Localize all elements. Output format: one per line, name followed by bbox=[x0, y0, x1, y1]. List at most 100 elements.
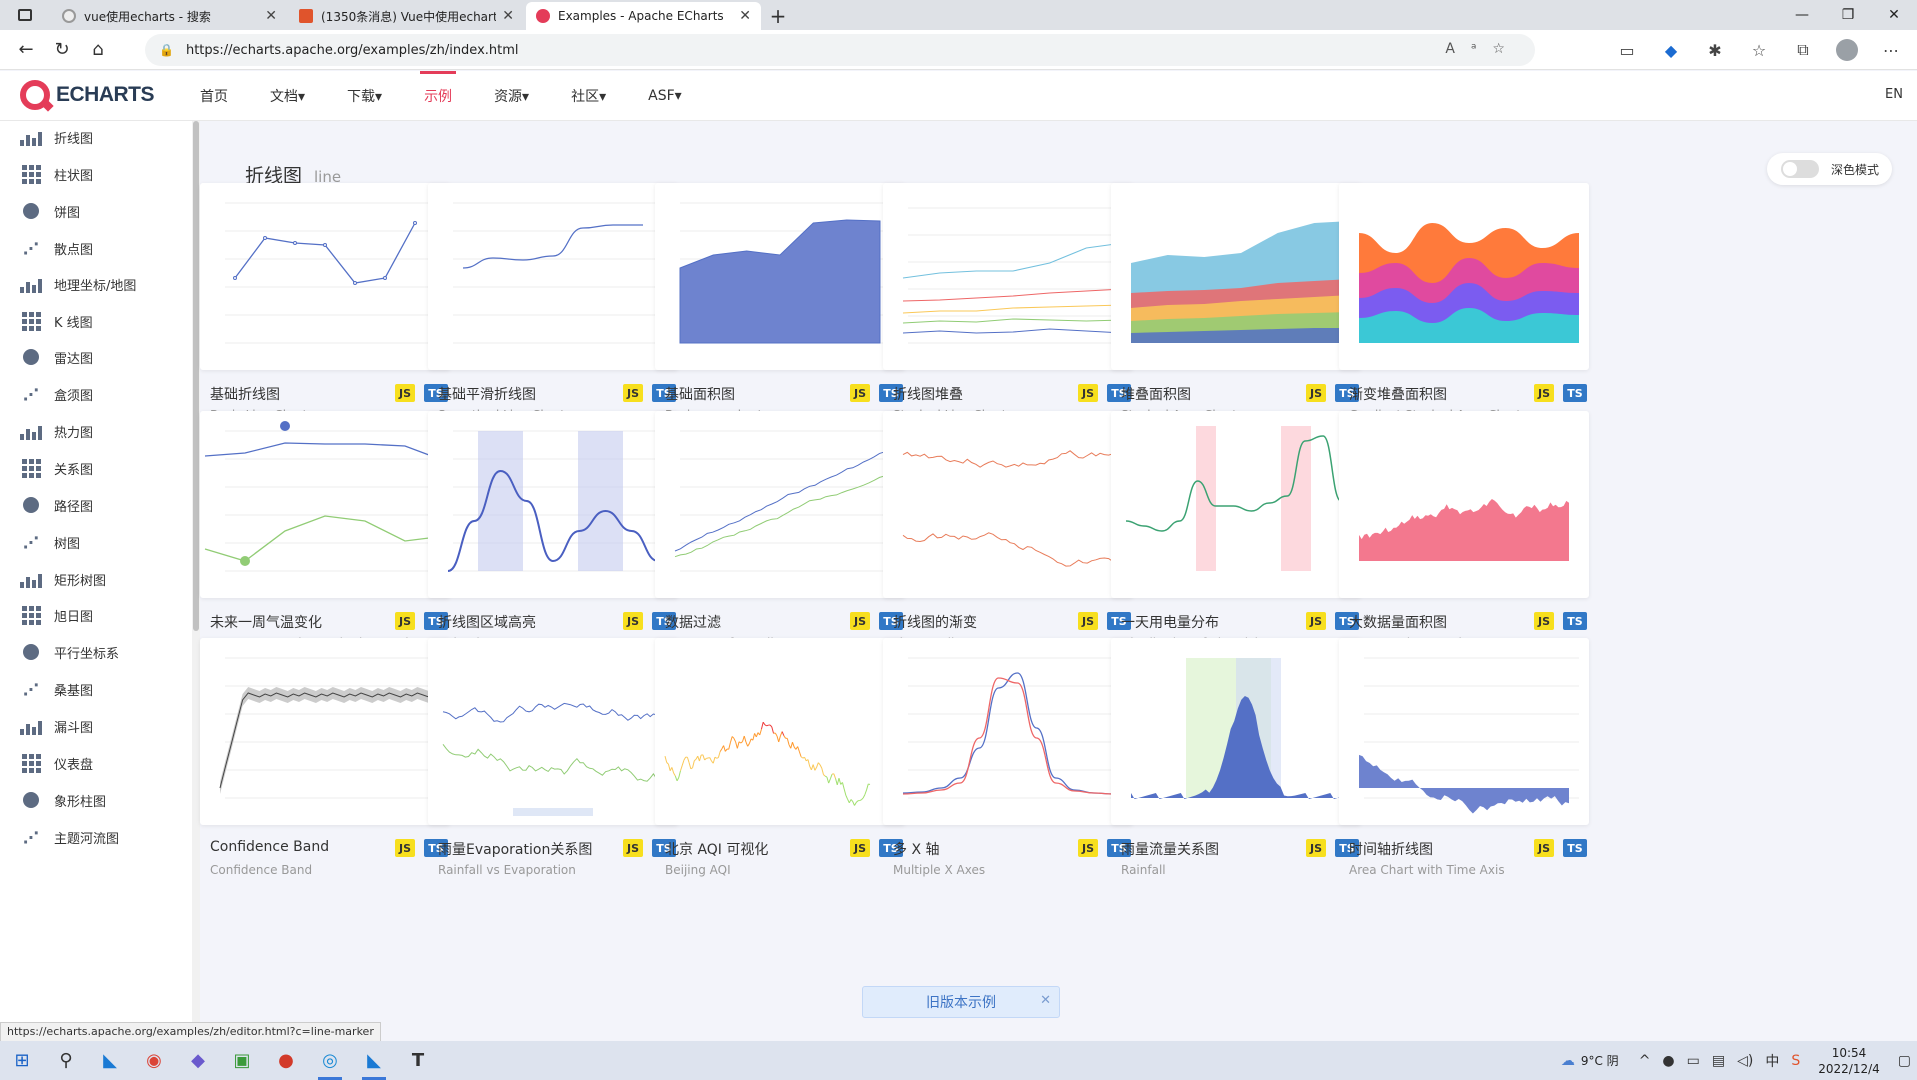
example-title[interactable]: Confidence Band bbox=[210, 839, 329, 855]
typora-icon[interactable]: T bbox=[396, 1041, 440, 1080]
example-card[interactable]: 未来一周气温变化Temperature Change in the Coming… bbox=[200, 411, 461, 651]
example-card[interactable]: 基础面积图Basic area chartJSTS bbox=[655, 183, 905, 423]
example-card[interactable]: 基础折线图Basic Line ChartJSTS bbox=[200, 183, 450, 423]
js-badge[interactable]: JS bbox=[1534, 612, 1554, 630]
refresh-icon[interactable]: ↻ bbox=[44, 34, 80, 66]
example-card[interactable]: 大数据量面积图Large scale area chartJSTS bbox=[1339, 411, 1589, 651]
example-title[interactable]: 堆叠面积图 bbox=[1121, 384, 1191, 404]
sidebar-item[interactable]: ⋰ 散点图 bbox=[0, 233, 190, 263]
nav-download[interactable]: 下载▾ bbox=[347, 71, 382, 121]
example-thumbnail[interactable] bbox=[200, 638, 450, 825]
js-badge[interactable]: JS bbox=[1534, 384, 1554, 402]
puzzle-icon[interactable]: ✱ bbox=[1697, 34, 1733, 66]
example-thumbnail[interactable] bbox=[883, 411, 1133, 598]
sidebar-item[interactable]: 平行坐标系 bbox=[0, 637, 190, 667]
app-tray-icon[interactable]: S bbox=[1791, 1053, 1800, 1069]
sidebar-item[interactable]: 路径图 bbox=[0, 490, 190, 520]
js-badge[interactable]: JS bbox=[1078, 384, 1098, 402]
close-tab-icon[interactable]: ✕ bbox=[502, 8, 514, 24]
example-thumbnail[interactable] bbox=[1339, 638, 1589, 825]
close-window-icon[interactable]: ✕ bbox=[1871, 0, 1917, 30]
example-thumbnail[interactable] bbox=[1339, 183, 1589, 370]
example-title[interactable]: 基础面积图 bbox=[665, 384, 735, 404]
example-title[interactable]: 基础折线图 bbox=[210, 384, 280, 404]
new-tab-icon[interactable]: + bbox=[761, 2, 795, 30]
sidebar-item[interactable]: ⋰ 树图 bbox=[0, 527, 190, 557]
sidebar-item[interactable]: 饼图 bbox=[0, 196, 190, 226]
sidebar-item[interactable]: K 线图 bbox=[0, 306, 190, 336]
more-icon[interactable]: ⋯ bbox=[1873, 34, 1909, 66]
js-badge[interactable]: JS bbox=[1306, 612, 1326, 630]
app-icon[interactable]: ◆ bbox=[176, 1041, 220, 1080]
example-thumbnail[interactable] bbox=[200, 183, 450, 370]
example-thumbnail[interactable] bbox=[883, 638, 1133, 825]
minimize-icon[interactable]: — bbox=[1779, 0, 1825, 30]
js-badge[interactable]: JS bbox=[395, 384, 415, 402]
taskbar-search-icon[interactable]: ⚲ bbox=[44, 1041, 88, 1080]
browser-tab[interactable]: (1350条消息) Vue中使用echarts_ ✕ bbox=[289, 2, 524, 30]
dark-mode-toggle[interactable]: 深色模式 bbox=[1767, 153, 1892, 185]
clock[interactable]: 10:54 2022/12/4 bbox=[1818, 1045, 1880, 1077]
vscode-icon[interactable]: ◣ bbox=[352, 1041, 396, 1080]
example-card[interactable]: Confidence Band Confidence Band JS TS bbox=[200, 638, 450, 878]
example-thumbnail[interactable] bbox=[1339, 411, 1589, 598]
example-thumbnail[interactable] bbox=[428, 183, 678, 370]
js-badge[interactable]: JS bbox=[1534, 839, 1554, 857]
sidebar-item[interactable]: 漏斗图 bbox=[0, 711, 190, 741]
js-badge[interactable]: JS bbox=[623, 384, 643, 402]
example-title[interactable]: 渐变堆叠面积图 bbox=[1349, 384, 1447, 404]
sidebar-item[interactable]: 关系图 bbox=[0, 453, 190, 483]
avatar[interactable] bbox=[1836, 39, 1858, 61]
example-card[interactable]: 折线图区域高亮Area PiecesJSTS bbox=[428, 411, 678, 651]
example-title[interactable]: 折线图堆叠 bbox=[893, 384, 963, 404]
start-icon[interactable]: ⊞ bbox=[0, 1041, 44, 1080]
example-card[interactable]: 多 X 轴 Multiple X Axes JS TS bbox=[883, 638, 1133, 878]
ts-badge[interactable]: TS bbox=[1563, 612, 1587, 630]
example-card[interactable]: 折线图的渐变Line GradientJSTS bbox=[883, 411, 1133, 651]
example-thumbnail[interactable] bbox=[1111, 411, 1361, 598]
example-title[interactable]: 大数据量面积图 bbox=[1349, 612, 1447, 632]
example-title[interactable]: 雨量Evaporation关系图 bbox=[438, 839, 592, 859]
example-card[interactable]: 时间轴折线图 Area Chart with Time Axis JS TS bbox=[1339, 638, 1589, 878]
echarts-logo[interactable]: ECHARTS bbox=[20, 80, 155, 110]
js-badge[interactable]: JS bbox=[850, 839, 870, 857]
example-card[interactable]: 折线图堆叠Stacked Line ChartJSTS bbox=[883, 183, 1133, 423]
example-title[interactable]: 时间轴折线图 bbox=[1349, 839, 1433, 859]
sidebar-item[interactable]: ⋰ 主题河流图 bbox=[0, 822, 190, 852]
example-card[interactable]: 数据过滤Data Transform FilterJSTS bbox=[655, 411, 905, 651]
app-icon[interactable]: ▣ bbox=[220, 1041, 264, 1080]
favorites-icon[interactable]: ☆ bbox=[1741, 34, 1777, 66]
nav-home[interactable]: 首页 bbox=[200, 71, 228, 121]
sidebar-item[interactable]: 地理坐标/地图 bbox=[0, 269, 190, 299]
home-icon[interactable]: ⌂ bbox=[80, 34, 116, 66]
vscode-icon[interactable]: ◣ bbox=[88, 1041, 132, 1080]
chevron-up-icon[interactable]: ^ bbox=[1639, 1053, 1651, 1069]
nav-resources[interactable]: 资源▾ bbox=[494, 71, 529, 121]
example-title[interactable]: 未来一周气温变化 bbox=[210, 612, 322, 632]
tabs-icon[interactable]: ⧉ bbox=[1785, 34, 1821, 66]
weather-text[interactable]: 9°C 阴 bbox=[1581, 1052, 1619, 1069]
extension-icon[interactable]: ◆ bbox=[1653, 34, 1689, 66]
js-badge[interactable]: JS bbox=[1078, 839, 1098, 857]
example-title[interactable]: 基础平滑折线图 bbox=[438, 384, 536, 404]
example-title[interactable]: 折线图的渐变 bbox=[893, 612, 977, 632]
sidebar-item[interactable]: 雷达图 bbox=[0, 342, 190, 372]
chrome-icon[interactable]: ◉ bbox=[132, 1041, 176, 1080]
example-card[interactable]: 基础平滑折线图Smoothed Line ChartJSTS bbox=[428, 183, 678, 423]
sidebar-item[interactable]: 折线图 bbox=[0, 122, 190, 152]
js-badge[interactable]: JS bbox=[1306, 839, 1326, 857]
url-input[interactable]: 🔒 https://echarts.apache.org/examples/zh… bbox=[145, 34, 1535, 66]
collections-icon[interactable]: ▭ bbox=[1609, 34, 1645, 66]
js-badge[interactable]: JS bbox=[395, 612, 415, 630]
example-thumbnail[interactable] bbox=[655, 638, 905, 825]
old-version-toast[interactable]: 旧版本示例 ✕ bbox=[862, 986, 1060, 1018]
nav-asf[interactable]: ASF▾ bbox=[648, 71, 682, 121]
edge-icon[interactable]: ◎ bbox=[308, 1041, 352, 1080]
qq-icon[interactable]: ● bbox=[1662, 1053, 1674, 1069]
sidebar-item[interactable]: ⋰ 桑基图 bbox=[0, 674, 190, 704]
example-thumbnail[interactable] bbox=[655, 411, 905, 598]
example-thumbnail[interactable] bbox=[428, 411, 678, 598]
close-tab-icon[interactable]: ✕ bbox=[265, 8, 277, 24]
maximize-icon[interactable]: ❐ bbox=[1825, 0, 1871, 30]
sidebar-scrollbar[interactable] bbox=[192, 121, 200, 1041]
